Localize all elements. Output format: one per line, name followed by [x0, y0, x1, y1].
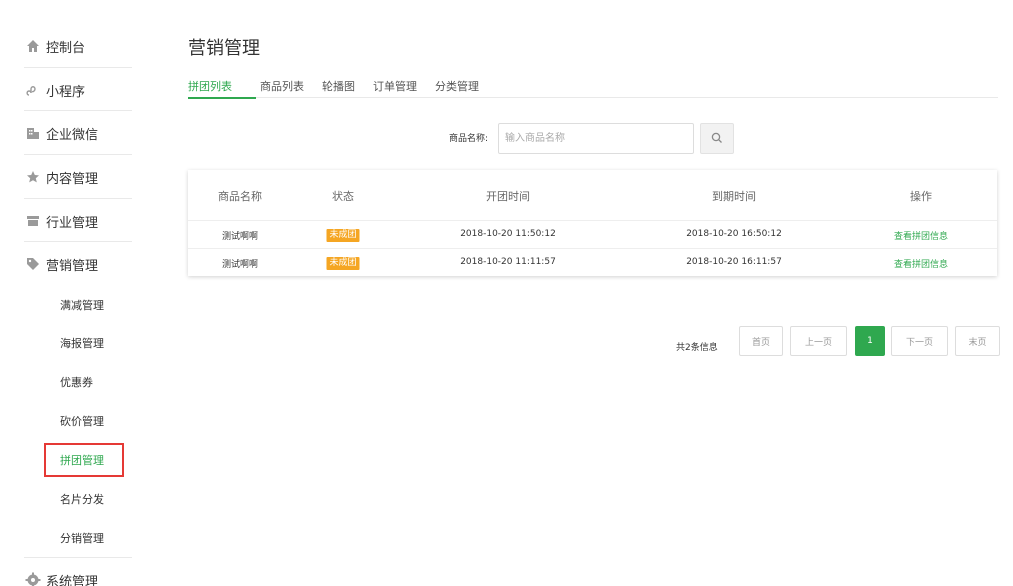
- sidebar: 控制台 小程序 企业微信 内容管理 行业管理 营销管理 满减管理 海报管理 优惠…: [0, 0, 160, 586]
- group-buy-table: 商品名称 状态 开团时间 到期时间 操作 测试啊啊 未成团 2018-10-20…: [188, 170, 997, 276]
- first-page-button[interactable]: 首页: [739, 326, 783, 356]
- active-tab-indicator: [188, 97, 256, 99]
- search-icon: [711, 129, 723, 148]
- sidebar-item-enterprise-wechat[interactable]: 企业微信: [24, 111, 132, 155]
- column-header: 开团时间: [486, 190, 530, 203]
- page-title: 营销管理: [188, 38, 260, 59]
- star-icon: [24, 168, 42, 186]
- column-header: 操作: [910, 190, 932, 203]
- gear-icon: [24, 571, 42, 586]
- status-badge: 未成团: [326, 257, 360, 270]
- sidebar-item-label: 小程序: [46, 84, 86, 100]
- sub-item-discount[interactable]: 满减管理: [44, 289, 124, 321]
- start-time: 2018-10-20 11:11:57: [460, 257, 556, 267]
- view-group-info-link[interactable]: 查看拼团信息: [894, 229, 948, 242]
- sidebar-item-system[interactable]: 系统管理: [24, 558, 132, 586]
- tab-carousel[interactable]: 轮播图: [322, 78, 355, 112]
- table-row: 测试啊啊 未成团 2018-10-20 11:50:12 2018-10-20 …: [188, 220, 997, 248]
- enterprise-wechat-icon: [24, 124, 42, 142]
- tab-order-management[interactable]: 订单管理: [373, 78, 417, 112]
- tab-bar: 拼团列表 商品列表 轮播图 订单管理 分类管理: [188, 78, 497, 112]
- product-name: 测试啊啊: [221, 232, 259, 242]
- tab-category-management[interactable]: 分类管理: [435, 78, 479, 112]
- start-time: 2018-10-20 11:50:12: [460, 229, 556, 239]
- sidebar-item-label: 行业管理: [46, 215, 99, 231]
- table-row: 测试啊啊 未成团 2018-10-20 11:11:57 2018-10-20 …: [188, 248, 997, 276]
- next-page-button[interactable]: 下一页: [891, 326, 948, 356]
- sub-item-group-buy[interactable]: 拼团管理: [44, 443, 124, 477]
- sub-item-business-card[interactable]: 名片分发: [44, 483, 124, 515]
- column-header: 状态: [332, 190, 354, 203]
- prev-page-button[interactable]: 上一页: [790, 326, 847, 356]
- sidebar-item-mini-program[interactable]: 小程序: [24, 68, 132, 112]
- sub-item-poster[interactable]: 海报管理: [44, 327, 124, 359]
- sidebar-item-label: 控制台: [46, 40, 86, 56]
- tab-group-buy-list[interactable]: 拼团列表: [188, 78, 256, 112]
- sub-item-bargain[interactable]: 砍价管理: [44, 405, 124, 437]
- search-button[interactable]: [700, 123, 734, 154]
- tab-product-list[interactable]: 商品列表: [260, 78, 304, 112]
- sidebar-item-content[interactable]: 内容管理: [24, 155, 132, 199]
- sidebar-item-dashboard[interactable]: 控制台: [24, 24, 132, 68]
- mini-program-icon: [24, 81, 42, 99]
- sidebar-item-industry[interactable]: 行业管理: [24, 199, 132, 243]
- sidebar-item-label: 营销管理: [46, 258, 99, 274]
- sidebar-item-label: 系统管理: [46, 574, 99, 586]
- search-label: 商品名称:: [449, 134, 489, 144]
- end-time: 2018-10-20 16:11:57: [686, 257, 782, 267]
- column-header: 到期时间: [712, 190, 756, 203]
- view-group-info-link[interactable]: 查看拼团信息: [894, 257, 948, 270]
- sidebar-item-label: 内容管理: [46, 171, 99, 187]
- column-header: 商品名称: [218, 190, 262, 203]
- home-icon: [24, 37, 42, 55]
- search-input[interactable]: [498, 123, 694, 154]
- store-icon: [24, 212, 42, 230]
- sub-item-coupon[interactable]: 优惠券: [44, 366, 124, 398]
- sub-item-distribution[interactable]: 分销管理: [44, 522, 124, 554]
- end-time: 2018-10-20 16:50:12: [686, 229, 782, 239]
- current-page-button[interactable]: 1: [855, 326, 885, 356]
- status-badge: 未成团: [326, 229, 360, 242]
- total-count: 共2条信息: [676, 343, 718, 353]
- sidebar-item-label: 企业微信: [46, 127, 99, 143]
- last-page-button[interactable]: 末页: [955, 326, 1000, 356]
- tag-icon: [24, 255, 42, 273]
- sidebar-item-marketing[interactable]: 营销管理: [24, 242, 132, 286]
- product-name: 测试啊啊: [221, 260, 259, 270]
